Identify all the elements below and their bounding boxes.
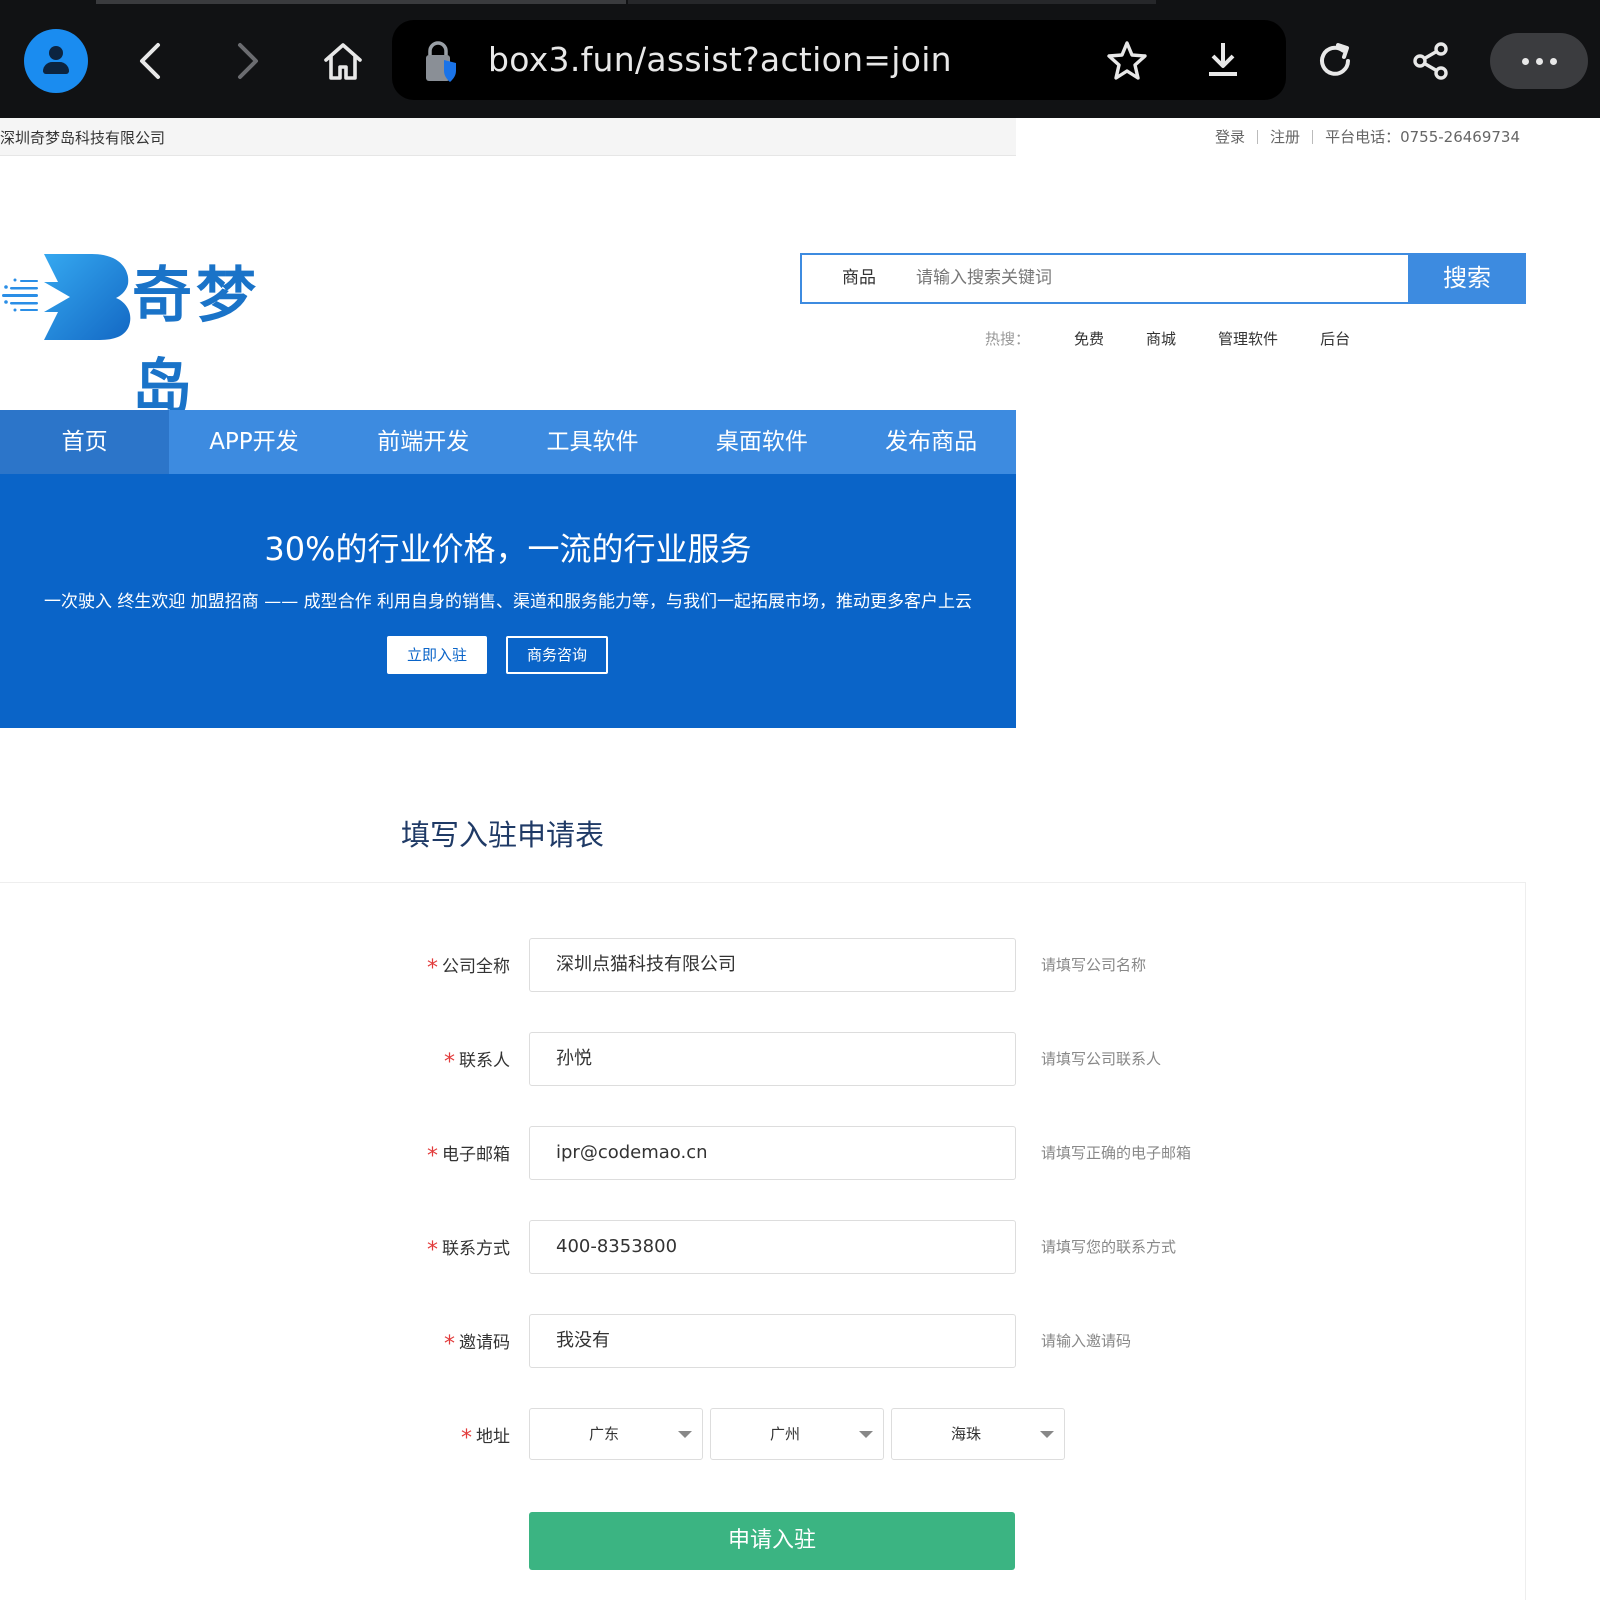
- hero-banner: 30%的行业价格，一流的行业服务 一次驶入 终生欢迎 加盟招商 —— 成型合作 …: [0, 474, 1016, 728]
- address-bar[interactable]: box3.fun/assist?action=join: [392, 20, 1286, 100]
- apply-join-button[interactable]: 申请入驻: [529, 1512, 1015, 1570]
- nav-item-app-dev[interactable]: APP开发: [169, 410, 338, 474]
- hot-search-item[interactable]: 后台: [1320, 328, 1350, 349]
- join-now-button[interactable]: 立即入驻: [387, 636, 487, 674]
- hot-search-item[interactable]: 商城: [1146, 328, 1176, 349]
- company-name-input[interactable]: 深圳点猫科技有限公司: [529, 938, 1016, 992]
- chevron-down-icon: [678, 1431, 692, 1438]
- required-mark: *: [444, 1050, 455, 1075]
- lock-shield-icon[interactable]: [422, 40, 462, 84]
- banner-title: 30%的行业价格，一流的行业服务: [264, 530, 752, 568]
- contact-person-input[interactable]: 孙悦: [529, 1032, 1016, 1086]
- field-hint: 请填写您的联系方式: [1041, 1238, 1177, 1256]
- nav-item-desktop[interactable]: 桌面软件: [677, 410, 846, 474]
- required-mark: *: [427, 1144, 438, 1169]
- search-category-select[interactable]: 商品: [802, 255, 916, 302]
- required-mark: *: [444, 1332, 455, 1357]
- profile-avatar-icon[interactable]: [24, 29, 88, 93]
- field-hint: 请填写公司名称: [1041, 956, 1147, 974]
- form-row-invite: * 邀请码 我没有 请输入邀请码: [0, 1314, 1300, 1368]
- nav-item-tools[interactable]: 工具软件: [508, 410, 677, 474]
- tab-strip-inactive[interactable]: [628, 0, 1156, 4]
- tab-strip-active[interactable]: [96, 0, 626, 4]
- form-row-phone: * 联系方式 400-8353800 请填写您的联系方式: [0, 1220, 1300, 1274]
- logo-text: 奇梦岛: [132, 261, 260, 423]
- form-row-email: * 电子邮箱 ipr@codemao.cn 请填写正确的电子邮箱: [0, 1126, 1300, 1180]
- hot-search-label: 热搜：: [985, 330, 1031, 348]
- required-mark: *: [427, 1238, 438, 1263]
- form-row-contact: * 联系人 孙悦 请填写公司联系人: [0, 1032, 1300, 1086]
- province-select[interactable]: 广东: [529, 1408, 703, 1460]
- search-box: 商品 请输入搜索关键词 搜索: [800, 253, 1526, 304]
- reload-icon[interactable]: [1310, 36, 1360, 86]
- contact-method-input[interactable]: 400-8353800: [529, 1220, 1016, 1274]
- divider: [1312, 129, 1314, 144]
- city-select[interactable]: 广州: [710, 1408, 884, 1460]
- browser-toolbar: box3.fun/assist?action=join: [0, 0, 1600, 118]
- search-button[interactable]: 搜索: [1408, 253, 1526, 304]
- site-logo[interactable]: 奇梦岛: [0, 250, 320, 423]
- field-hint: 请填写公司联系人: [1041, 1050, 1162, 1068]
- company-name: 深圳奇梦岛科技有限公司: [0, 129, 166, 147]
- download-icon[interactable]: [1198, 35, 1248, 85]
- nav-item-frontend-dev[interactable]: 前端开发: [339, 410, 508, 474]
- login-link[interactable]: 登录: [1215, 126, 1245, 147]
- field-label: * 联系人: [444, 1050, 510, 1075]
- email-input[interactable]: ipr@codemao.cn: [529, 1126, 1016, 1180]
- field-label: * 邀请码: [444, 1332, 510, 1357]
- form-title: 填写入驻申请表: [401, 818, 605, 852]
- hot-search: 热搜： 免费 商城 管理软件 后台: [985, 328, 1392, 349]
- back-arrow-icon[interactable]: [126, 36, 176, 86]
- bookmark-star-icon[interactable]: [1102, 35, 1152, 85]
- district-select[interactable]: 海珠: [891, 1408, 1065, 1460]
- chevron-down-icon: [859, 1431, 873, 1438]
- field-label: * 公司全称: [427, 956, 510, 981]
- forward-arrow-icon[interactable]: [222, 36, 272, 86]
- share-icon[interactable]: [1406, 36, 1456, 86]
- field-label: * 联系方式: [427, 1238, 510, 1263]
- nav-item-home[interactable]: 首页: [0, 410, 170, 474]
- nav-item-publish[interactable]: 发布商品: [846, 410, 1015, 474]
- hot-search-item[interactable]: 免费: [1074, 328, 1104, 349]
- logo-mark-icon: [2, 254, 131, 340]
- platform-phone: 平台电话：0755-26469734: [1325, 128, 1520, 146]
- divider: [1257, 129, 1259, 144]
- register-link[interactable]: 注册: [1270, 126, 1300, 147]
- chevron-down-icon: [1040, 1431, 1054, 1438]
- form-row-address: * 地址 广东 广州 海珠: [0, 1408, 1300, 1462]
- top-info-strip: 深圳奇梦岛科技有限公司: [0, 118, 1016, 156]
- main-nav: 首页 APP开发 前端开发 工具软件 桌面软件 发布商品: [0, 410, 1016, 474]
- business-consult-button[interactable]: 商务咨询: [506, 636, 608, 674]
- banner-subtitle: 一次驶入 终生欢迎 加盟招商 —— 成型合作 利用自身的销售、渠道和服务能力等，…: [43, 592, 973, 612]
- form-row-company: * 公司全称 深圳点猫科技有限公司 请填写公司名称: [0, 938, 1300, 992]
- field-hint: 请输入邀请码: [1041, 1332, 1132, 1350]
- field-label: * 电子邮箱: [427, 1144, 510, 1169]
- field-label: * 地址: [461, 1426, 510, 1451]
- home-icon[interactable]: [318, 36, 368, 86]
- required-mark: *: [461, 1426, 472, 1451]
- search-input[interactable]: 请输入搜索关键词: [916, 255, 1408, 302]
- top-links: 登录 注册 平台电话：0755-26469734: [1215, 126, 1520, 147]
- url-text[interactable]: box3.fun/assist?action=join: [488, 40, 952, 79]
- invite-code-input[interactable]: 我没有: [529, 1314, 1016, 1368]
- field-hint: 请填写正确的电子邮箱: [1041, 1144, 1192, 1162]
- hot-search-item[interactable]: 管理软件: [1218, 328, 1278, 349]
- required-mark: *: [427, 956, 438, 981]
- more-menu-icon[interactable]: [1490, 33, 1588, 89]
